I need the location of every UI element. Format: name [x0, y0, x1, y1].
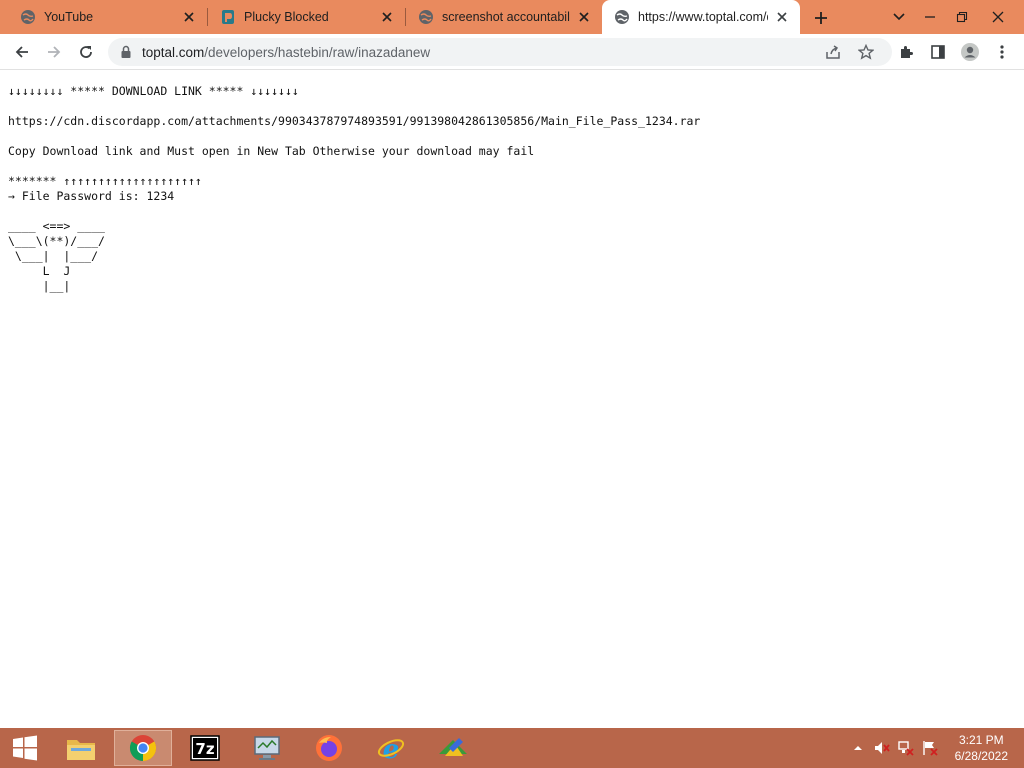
ascii-art: ____ <==> ____ \___\(**)/___/ \___| |___… — [8, 219, 105, 293]
download-url: https://cdn.discordapp.com/attachments/9… — [8, 114, 701, 128]
side-panel-icon — [931, 45, 945, 59]
globe-icon — [20, 9, 36, 25]
url-text: toptal.com/developers/hastebin/raw/inaza… — [142, 45, 430, 60]
minimize-icon — [925, 16, 935, 18]
page-content: ↓↓↓↓↓↓↓↓ ***** DOWNLOAD LINK ***** ↓↓↓↓↓… — [0, 71, 1024, 728]
monitor-icon — [254, 736, 280, 760]
back-button[interactable] — [9, 39, 35, 65]
download-link-header: ↓↓↓↓↓↓↓↓ ***** DOWNLOAD LINK ***** ↓↓↓↓↓… — [8, 84, 299, 98]
chrome-taskbar-button[interactable] — [114, 730, 172, 766]
chevron-down-icon — [893, 13, 905, 21]
plus-icon — [815, 12, 827, 24]
plucky-icon — [220, 9, 236, 25]
new-tab-button[interactable] — [810, 7, 832, 29]
reload-icon — [80, 46, 92, 58]
close-tab-icon[interactable] — [576, 9, 592, 25]
close-tab-icon[interactable] — [774, 9, 790, 25]
tab-screenshot-accountability[interactable]: screenshot accountability — [406, 0, 602, 34]
reload-button[interactable] — [73, 39, 99, 65]
tab-title: https://www.toptal.com/developers/hasteb… — [638, 10, 768, 24]
kebab-menu-icon — [1000, 45, 1004, 59]
firefox-taskbar-button[interactable] — [300, 730, 358, 766]
tab-strip: YouTube Plucky Blocked screenshot accoun… — [0, 0, 1024, 34]
tab-title: screenshot accountability — [442, 10, 570, 24]
chevron-up-icon — [854, 746, 862, 750]
close-tab-icon[interactable] — [181, 9, 197, 25]
file-explorer-taskbar-button[interactable] — [52, 730, 110, 766]
control-panel-taskbar-button[interactable] — [238, 730, 296, 766]
network-icon[interactable] — [898, 740, 914, 756]
show-hidden-icons-button[interactable] — [850, 740, 866, 756]
back-arrow-icon — [15, 46, 28, 58]
tab-youtube[interactable]: YouTube — [0, 0, 207, 34]
7zip-icon: 7z — [190, 735, 220, 761]
close-window-button[interactable] — [985, 4, 1011, 30]
internet-explorer-icon: e — [377, 735, 405, 763]
profile-button[interactable] — [957, 39, 983, 65]
forward-arrow-icon — [48, 46, 61, 58]
star-icon — [858, 44, 874, 60]
side-panel-button[interactable] — [925, 39, 951, 65]
action-center-flag-icon[interactable] — [922, 740, 938, 756]
close-tab-icon[interactable] — [379, 9, 395, 25]
tab-title: YouTube — [44, 10, 94, 24]
lock-icon[interactable] — [118, 44, 134, 60]
puzzle-icon — [901, 46, 913, 58]
clock-date: 6/28/2022 — [954, 749, 1008, 763]
share-icon — [826, 45, 840, 59]
tab-toptal-active[interactable]: https://www.toptal.com/developers/hasteb… — [602, 0, 800, 34]
chrome-icon — [129, 735, 157, 762]
7zip-taskbar-button[interactable]: 7z — [176, 730, 234, 766]
firefox-icon — [316, 735, 342, 761]
windows-logo-icon — [13, 735, 37, 761]
internet-explorer-taskbar-button[interactable]: e — [362, 730, 420, 766]
tab-plucky-blocked[interactable]: Plucky Blocked — [208, 0, 405, 34]
arrows-up-line: ******* ↑↑↑↑↑↑↑↑↑↑↑↑↑↑↑↑↑↑↑↑ — [8, 174, 202, 188]
svg-text:7z: 7z — [195, 740, 214, 758]
url-path: /developers/hastebin/raw/inazadanew — [204, 45, 431, 60]
avatar-icon — [961, 43, 979, 61]
app-taskbar-button[interactable] — [424, 730, 482, 766]
close-icon — [992, 11, 1004, 23]
volume-muted-icon[interactable] — [874, 740, 890, 756]
globe-icon — [614, 9, 630, 25]
start-button[interactable] — [0, 728, 50, 768]
password-line: → File Password is: 1234 — [8, 189, 175, 203]
system-clock[interactable]: 3:21 PM 6/28/2022 — [955, 732, 1008, 764]
browser-toolbar: toptal.com/developers/hastebin/raw/inaza… — [0, 34, 1024, 70]
svg-text:e: e — [383, 735, 400, 763]
restore-icon — [956, 11, 968, 23]
menu-button[interactable] — [989, 39, 1015, 65]
forward-button[interactable] — [41, 39, 67, 65]
share-button[interactable] — [820, 39, 846, 65]
tab-title: Plucky Blocked — [244, 10, 329, 24]
tab-search-button[interactable] — [886, 4, 912, 30]
minimize-window-button[interactable] — [917, 4, 943, 30]
restore-window-button[interactable] — [949, 4, 975, 30]
url-host: toptal.com — [142, 45, 205, 60]
instructions-text: Copy Download link and Must open in New … — [8, 144, 535, 158]
app-icon — [439, 738, 467, 756]
windows-taskbar: 7z e 3:21 PM 6/28/2022 — [0, 728, 1024, 768]
folder-icon — [67, 740, 95, 760]
globe-icon — [418, 9, 434, 25]
bookmark-button[interactable] — [853, 39, 879, 65]
extensions-button[interactable] — [893, 39, 919, 65]
clock-time: 3:21 PM — [958, 733, 1004, 747]
address-bar[interactable]: toptal.com/developers/hastebin/raw/inaza… — [108, 38, 892, 66]
